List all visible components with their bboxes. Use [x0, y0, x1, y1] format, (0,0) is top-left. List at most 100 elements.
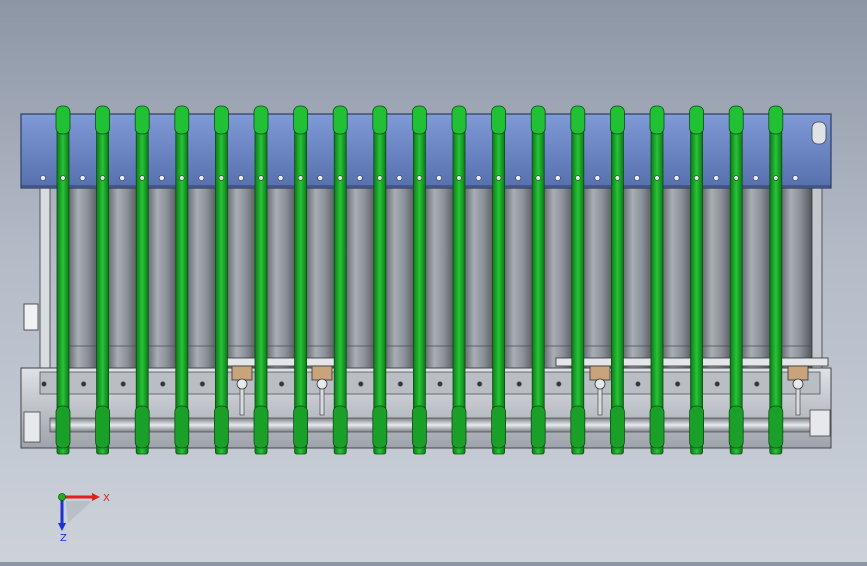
frame-hole [79, 175, 86, 181]
belt-bolt [337, 175, 343, 181]
belt-bottom-pulley [649, 405, 665, 449]
graphics-viewport[interactable]: X Z [0, 0, 867, 562]
belt [174, 105, 190, 455]
frame-hole [713, 175, 720, 181]
frame-hole [673, 175, 680, 181]
belt-bottom-pulley [768, 405, 784, 449]
belt [451, 105, 467, 455]
roller [462, 187, 495, 369]
roller [383, 187, 416, 369]
belt-bolt [139, 175, 145, 181]
frame-hole [554, 175, 561, 181]
belt-strip [531, 107, 545, 455]
belt-bottom-pulley [253, 405, 269, 449]
belt-bolt [495, 175, 502, 181]
rail-hole [199, 381, 206, 387]
belt [411, 105, 427, 455]
belt-bottom-pulley [293, 405, 309, 449]
z-axis-label: Z [60, 533, 67, 544]
roller [502, 187, 535, 369]
belt-top-pulley [768, 105, 784, 135]
roller [779, 187, 812, 369]
belt-top-pulley [610, 105, 625, 135]
belt-bolt [416, 175, 423, 181]
belt [213, 105, 229, 455]
bottom-rail [39, 371, 821, 395]
roller [700, 187, 733, 369]
carriage-block [787, 365, 809, 381]
belt-bolt [614, 175, 621, 181]
rail-hole [358, 381, 364, 387]
belt [491, 105, 507, 455]
belt-bottom-pulley [174, 405, 190, 449]
rail-hole [635, 381, 641, 387]
frame-hole [515, 175, 522, 181]
belt-bottom-pulley [451, 405, 467, 449]
belt-bottom-pulley [728, 405, 744, 449]
rail-hole [437, 381, 443, 387]
frame-hole [119, 175, 126, 181]
belt [649, 105, 665, 455]
belt-top-pulley [134, 105, 150, 135]
belt-strip [135, 107, 149, 455]
belt-bolt [218, 175, 225, 181]
belt-bolt [258, 175, 264, 181]
belt-top-pulley [293, 105, 309, 135]
belt-bolt [654, 175, 660, 181]
belt-top-pulley [491, 105, 507, 135]
roller [343, 187, 377, 369]
belt [530, 105, 546, 455]
belt [95, 105, 110, 455]
side-plate-left [39, 185, 51, 369]
model-view[interactable]: X Z [0, 0, 867, 562]
belt-top-pulley [253, 105, 269, 135]
roller [304, 187, 337, 369]
belt-top-pulley [213, 105, 229, 135]
roller [185, 187, 218, 369]
rail-hole [516, 381, 522, 387]
rail-hole [41, 381, 47, 387]
belt-strip [769, 107, 783, 455]
belt-top-pulley [55, 105, 71, 135]
roller [423, 187, 456, 369]
rail-hole [556, 381, 562, 387]
belt-bottom-pulley [372, 405, 388, 449]
belt-bottom-pulley [55, 405, 71, 449]
x-axis-label: X [103, 493, 110, 504]
carriage-wheel [236, 378, 248, 390]
belt-top-pulley [728, 105, 744, 135]
coordinate-triad-icon[interactable]: X Z [58, 493, 110, 544]
belt-bolt [575, 175, 581, 181]
belt-strip [452, 107, 466, 455]
belt-strip [492, 107, 506, 455]
belt-bolt [377, 175, 383, 181]
rail-hole [160, 381, 166, 387]
carriage-block [311, 365, 333, 381]
roller [660, 187, 693, 369]
rail-hole [120, 381, 126, 387]
belt [134, 105, 150, 455]
roller [145, 187, 179, 369]
belt [332, 105, 348, 455]
belt-strip [333, 107, 347, 455]
belt-strip [412, 107, 426, 455]
frame-hole [752, 175, 759, 181]
carriage-wheel [594, 378, 606, 390]
belt-bolt [297, 175, 304, 181]
belt-strip [175, 107, 189, 455]
belt-bolt [773, 175, 779, 181]
belt-strip [214, 107, 228, 455]
belt-top-pulley [451, 105, 467, 135]
belt [728, 105, 744, 455]
belt [253, 105, 269, 455]
belt-bolt [456, 175, 462, 181]
belt-strip [611, 107, 624, 455]
belt-bolt [535, 175, 541, 181]
frame-hole [792, 175, 799, 181]
frame-hole [475, 175, 482, 181]
rail-hole [714, 381, 720, 387]
frame-hole [40, 175, 46, 181]
belt [293, 105, 309, 455]
frame-hole [594, 175, 601, 181]
belt [372, 105, 388, 455]
